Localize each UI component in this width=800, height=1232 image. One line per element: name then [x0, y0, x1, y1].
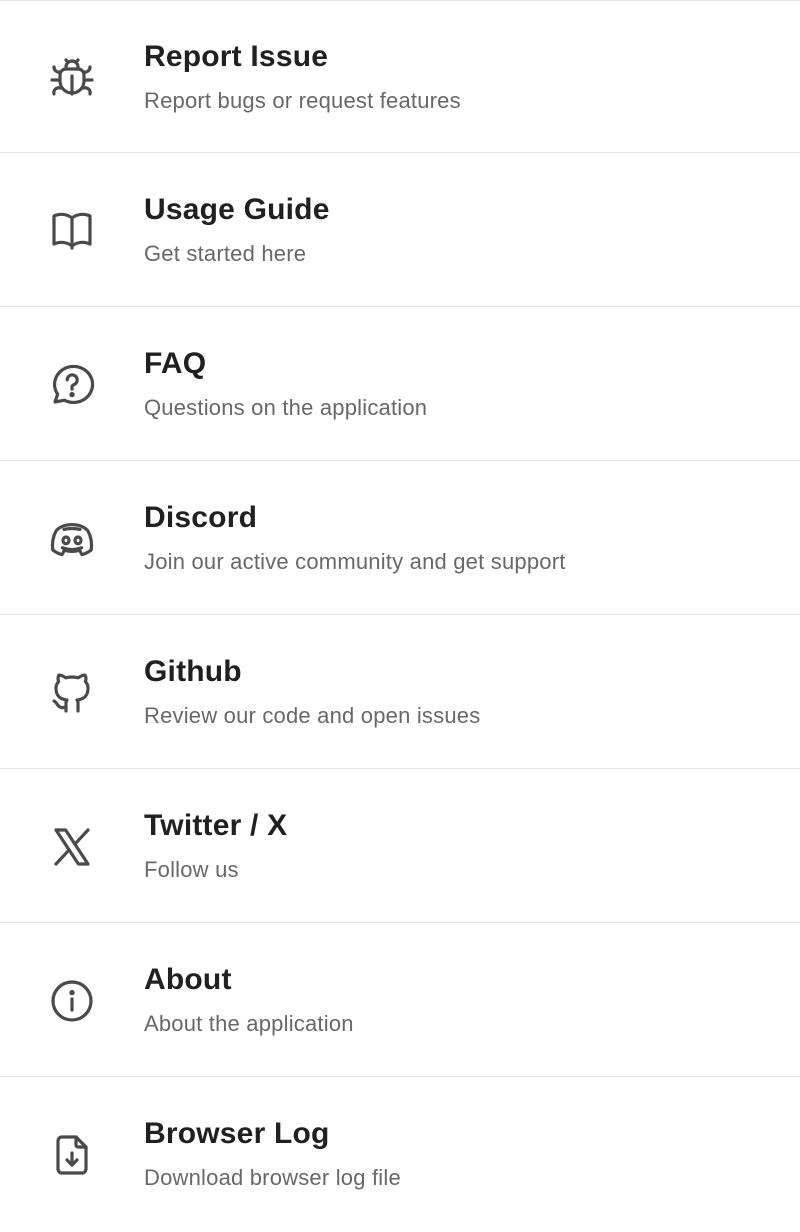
menu-item-subtitle: Questions on the application [144, 395, 428, 420]
menu-item-report-issue[interactable]: Report Issue Report bugs or request feat… [0, 0, 800, 153]
menu-item-about[interactable]: About About the application [0, 924, 800, 1077]
menu-item-discord[interactable]: Discord Join our active community and ge… [0, 462, 800, 615]
book-icon [48, 207, 96, 255]
menu-item-usage-guide[interactable]: Usage Guide Get started here [0, 154, 800, 307]
question-bubble-icon [48, 361, 96, 409]
menu-item-title: Browser Log [144, 1117, 330, 1150]
menu-item-title: FAQ [144, 347, 207, 380]
x-logo-icon [48, 823, 96, 871]
menu-item-title: Twitter / X [144, 809, 288, 842]
info-icon [48, 977, 96, 1025]
discord-icon [48, 515, 96, 563]
github-icon [48, 669, 96, 717]
menu-item-subtitle: Join our active community and get suppor… [144, 549, 566, 574]
menu-item-title: About [144, 963, 232, 996]
menu-item-subtitle: Get started here [144, 241, 307, 266]
menu-item-subtitle: Report bugs or request features [144, 88, 461, 113]
help-menu: Report Issue Report bugs or request feat… [0, 0, 800, 1232]
menu-item-faq[interactable]: FAQ Questions on the application [0, 308, 800, 461]
menu-item-subtitle: About the application [144, 1011, 354, 1036]
menu-item-title: Usage Guide [144, 193, 330, 226]
file-download-icon [48, 1131, 96, 1179]
menu-item-twitter-x[interactable]: Twitter / X Follow us [0, 770, 800, 923]
menu-item-title: Discord [144, 501, 258, 534]
menu-item-subtitle: Download browser log file [144, 1165, 401, 1190]
menu-item-subtitle: Review our code and open issues [144, 703, 481, 728]
menu-item-github[interactable]: Github Review our code and open issues [0, 616, 800, 769]
menu-item-title: Github [144, 655, 242, 688]
menu-item-title: Report Issue [144, 40, 329, 73]
menu-item-subtitle: Follow us [144, 857, 239, 882]
menu-item-browser-log[interactable]: Browser Log Download browser log file [0, 1078, 800, 1231]
bug-icon [48, 54, 96, 102]
